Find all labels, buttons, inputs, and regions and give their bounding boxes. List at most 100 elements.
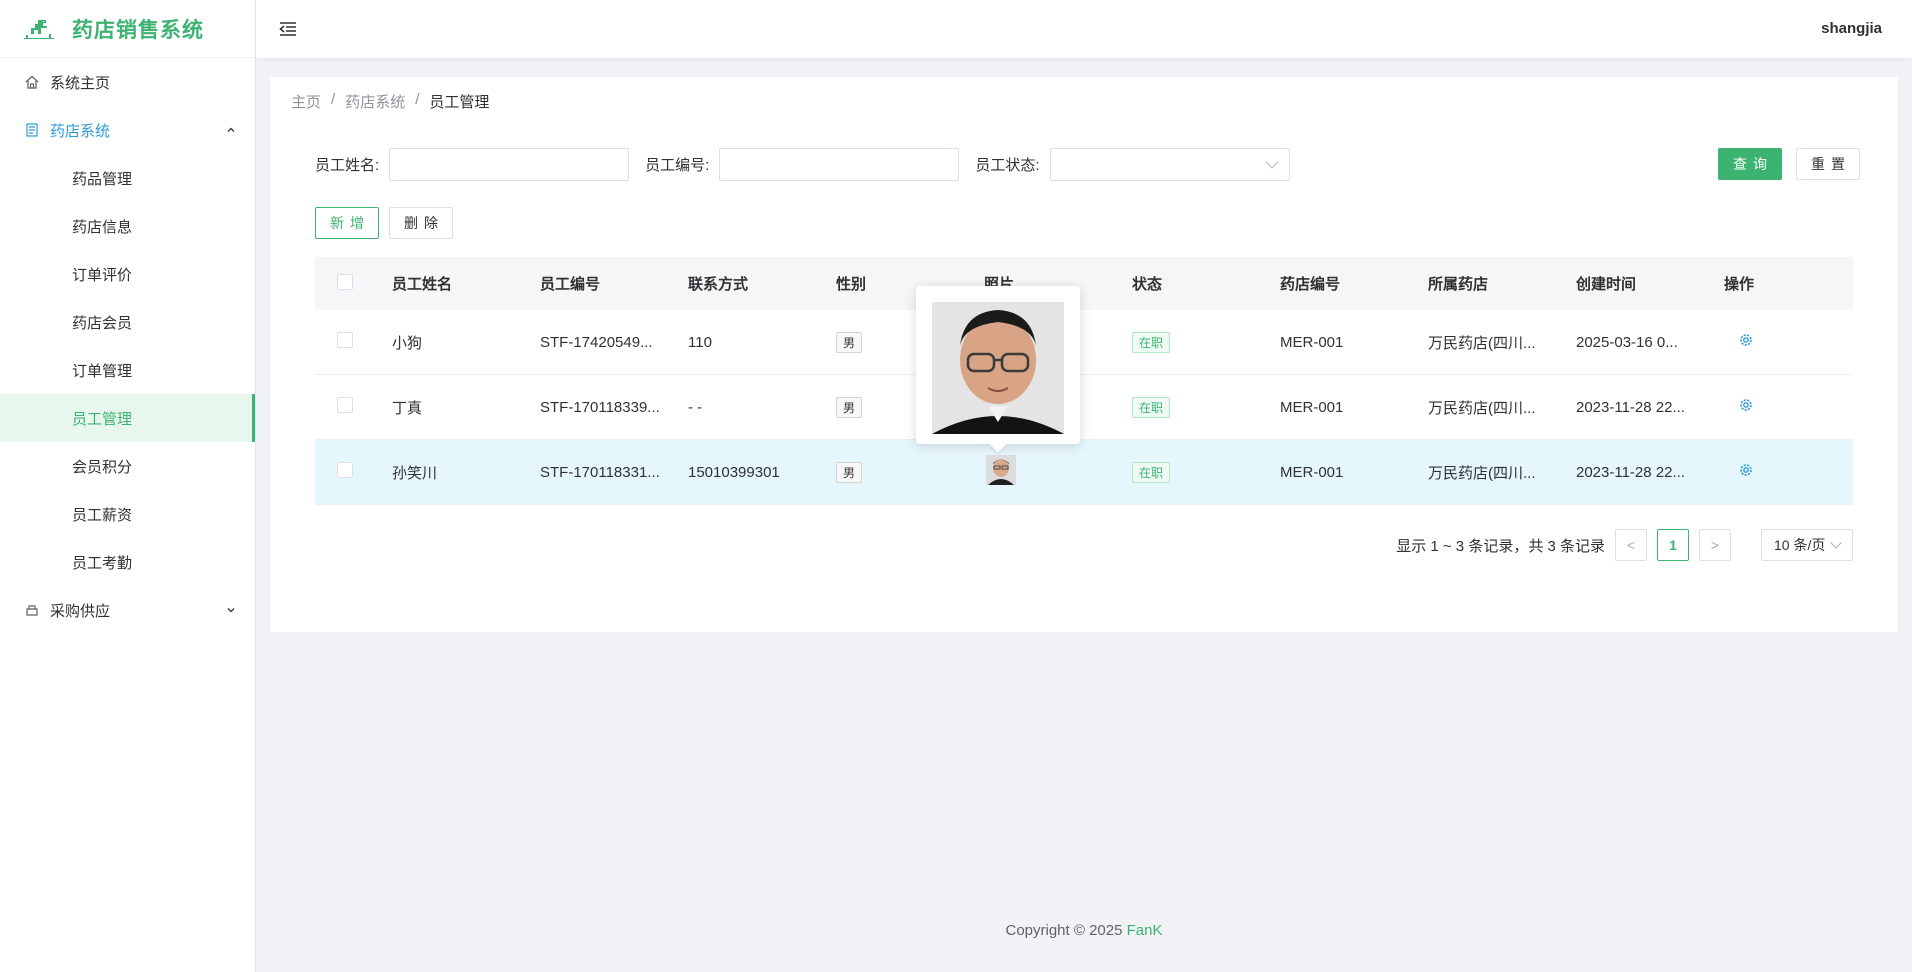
page-size-value: 10 条/页	[1774, 537, 1826, 553]
staff-table: 员工姓名 员工编号 联系方式 性别 照片 状态 药店编号 所属药店 创建时间 操…	[315, 257, 1853, 505]
column-header: 员工编号	[540, 276, 601, 293]
cell-phone: - -	[688, 398, 703, 416]
breadcrumb-current: 员工管理	[429, 94, 490, 111]
status-badge: 在职	[1132, 331, 1171, 353]
sidebar-item-staff[interactable]: 员工管理	[0, 394, 255, 442]
gear-icon[interactable]	[1738, 332, 1754, 348]
cell-created: 2025-03-16 0...	[1576, 333, 1678, 351]
reset-button[interactable]: 重置	[1796, 148, 1860, 180]
sex-tag: 男	[836, 396, 863, 418]
table-row[interactable]: 丁真 STF-170118339... - - 男 在职 MER-001 万民药…	[315, 375, 1853, 440]
cell-created: 2023-11-28 22...	[1576, 398, 1685, 416]
staff-status-select[interactable]	[1049, 148, 1290, 181]
staff-photo-preview	[932, 302, 1064, 434]
footer: Copyright © 2025 FanK	[256, 922, 1912, 939]
dinosaur-logo-icon	[24, 19, 54, 39]
sidebar-item-home[interactable]: 系统主页	[0, 58, 255, 106]
page-size-select[interactable]: 10 条/页	[1761, 529, 1853, 561]
cell-staff-no: STF-17420549...	[540, 333, 653, 351]
add-button[interactable]: 新增	[315, 207, 379, 239]
cell-shop-no: MER-001	[1280, 333, 1344, 351]
breadcrumb-separator: /	[331, 91, 336, 108]
copyright-text: Copyright © 2025	[1005, 922, 1127, 939]
staff-status-label: 员工状态:	[975, 157, 1040, 174]
home-icon	[24, 74, 40, 90]
row-checkbox[interactable]	[337, 397, 353, 413]
staff-name-input[interactable]	[389, 148, 630, 181]
photo-preview-popover	[916, 286, 1080, 444]
cell-shop-no: MER-001	[1280, 398, 1344, 416]
filter-bar: 员工姓名: 员工编号: 员工状态:	[315, 148, 1290, 181]
document-icon	[24, 122, 40, 138]
cell-shop-no: MER-001	[1280, 463, 1344, 481]
cell-created: 2023-11-28 22...	[1576, 463, 1685, 481]
page-number-button[interactable]: 1	[1657, 529, 1689, 561]
breadcrumb-separator: /	[415, 91, 420, 108]
status-badge: 在职	[1132, 461, 1171, 483]
chevron-down-icon	[1265, 155, 1278, 169]
gear-icon[interactable]	[1738, 397, 1754, 413]
column-header: 创建时间	[1576, 276, 1637, 293]
column-header: 员工姓名	[392, 276, 453, 293]
select-all-checkbox[interactable]	[337, 273, 353, 290]
staff-name-label: 员工姓名:	[315, 157, 380, 174]
collapse-menu-icon[interactable]	[278, 19, 298, 39]
staff-photo-thumbnail[interactable]	[986, 455, 1016, 485]
sidebar-item-purchase[interactable]: 采购供应	[0, 586, 255, 634]
cell-staff-no: STF-170118331...	[540, 463, 660, 481]
cell-shop: 万民药店(四川...	[1428, 334, 1536, 352]
basket-icon	[24, 602, 40, 618]
table-header: 员工姓名 员工编号 联系方式 性别 照片 状态 药店编号 所属药店 创建时间 操…	[315, 257, 1853, 310]
cell-name: 孙笑川	[392, 464, 438, 482]
row-checkbox[interactable]	[337, 462, 353, 478]
sidebar-item-salary[interactable]: 员工薪资	[0, 490, 255, 538]
main-card: 主页 / 药店系统 / 员工管理 员工姓名: 员工编号: 员工状态: 查询 重置…	[270, 77, 1898, 632]
footer-brand-link[interactable]: FanK	[1127, 922, 1163, 939]
column-header: 联系方式	[688, 276, 749, 293]
sidebar-item-medicine[interactable]: 药品管理	[0, 154, 255, 202]
sidebar-item-shop-info[interactable]: 药店信息	[0, 202, 255, 250]
sidebar-item-points[interactable]: 会员积分	[0, 442, 255, 490]
cell-shop: 万民药店(四川...	[1428, 399, 1536, 417]
breadcrumb-pharmacy-system[interactable]: 药店系统	[345, 91, 405, 112]
breadcrumb-home[interactable]: 主页	[291, 91, 321, 112]
next-page-button[interactable]: >	[1699, 529, 1731, 561]
gear-icon[interactable]	[1738, 462, 1754, 478]
cell-phone: 15010399301	[688, 463, 780, 481]
staff-no-input[interactable]	[719, 148, 960, 181]
sex-tag: 男	[836, 331, 863, 353]
pagination: 显示 1 ~ 3 条记录，共 3 条记录 < 1 > 10 条/页	[1396, 529, 1853, 561]
sidebar-item-member[interactable]: 药店会员	[0, 298, 255, 346]
sex-tag: 男	[836, 461, 863, 483]
status-badge: 在职	[1132, 396, 1171, 418]
cell-shop: 万民药店(四川...	[1428, 464, 1536, 482]
query-button[interactable]: 查询	[1718, 148, 1782, 180]
sidebar-item-orders[interactable]: 订单管理	[0, 346, 255, 394]
sidebar-item-label: 系统主页	[50, 74, 111, 92]
column-header: 状态	[1132, 276, 1163, 293]
column-header: 药店编号	[1280, 276, 1341, 293]
app-title: 药店销售系统	[72, 18, 204, 42]
cell-phone: 110	[688, 333, 712, 351]
row-checkbox[interactable]	[337, 332, 353, 348]
sidebar-item-pharmacy-system[interactable]: 药店系统	[0, 106, 255, 154]
chevron-up-icon	[225, 124, 237, 136]
table-row[interactable]: 孙笑川 STF-170118331... 15010399301 男 在职 ME…	[315, 440, 1853, 505]
top-header: shangjia	[256, 0, 1912, 58]
sidebar: 药店销售系统 系统主页 药店系统 药品管理 药店信息 订单评价 药店会员 订单管…	[0, 0, 256, 972]
cell-staff-no: STF-170118339...	[540, 398, 660, 416]
breadcrumb: 主页 / 药店系统 / 员工管理	[291, 91, 489, 112]
user-menu[interactable]: shangjia	[1821, 20, 1882, 37]
cell-name: 丁真	[392, 399, 423, 417]
logo[interactable]: 药店销售系统	[0, 0, 255, 58]
delete-button[interactable]: 删除	[389, 207, 453, 239]
prev-page-button[interactable]: <	[1615, 529, 1647, 561]
sidebar-item-attendance[interactable]: 员工考勤	[0, 538, 255, 586]
table-row[interactable]: 小狗 STF-17420549... 110 男 在职 MER-001 万民药店…	[315, 310, 1853, 375]
sidebar-item-label: 采购供应	[50, 602, 111, 620]
sidebar-item-label: 药店系统	[50, 122, 111, 140]
pagination-info: 显示 1 ~ 3 条记录，共 3 条记录	[1396, 537, 1605, 555]
staff-no-label: 员工编号:	[645, 157, 710, 174]
sidebar-item-order-review[interactable]: 订单评价	[0, 250, 255, 298]
cell-name: 小狗	[392, 334, 423, 352]
